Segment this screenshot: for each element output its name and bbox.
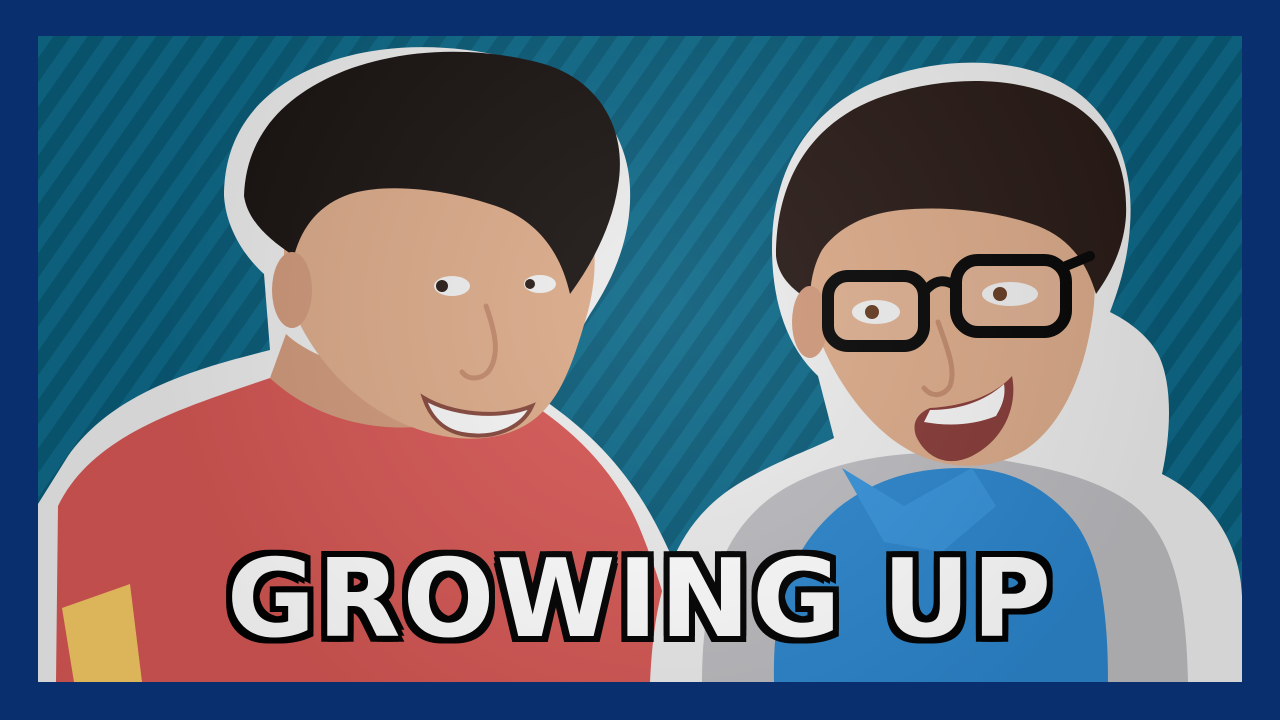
- thumbnail-panel: GROWING UP: [38, 36, 1242, 682]
- thumbnail-title: GROWING UP: [226, 537, 1054, 662]
- thumbnail-frame: GROWING UP: [0, 0, 1280, 720]
